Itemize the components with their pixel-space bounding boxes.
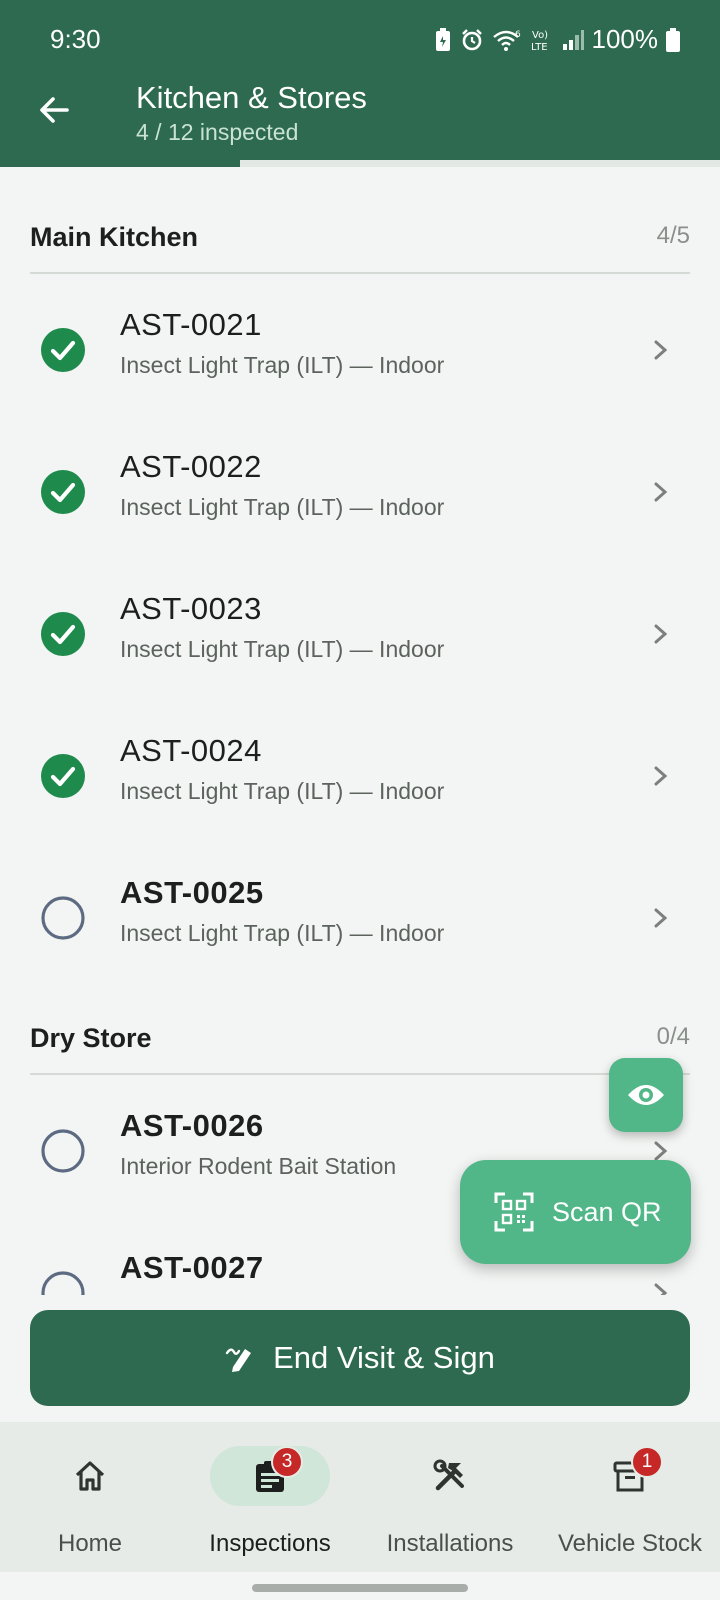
check-circle-icon bbox=[40, 753, 86, 799]
asset-type: Insect Light Trap (ILT) — Indoor bbox=[120, 352, 445, 378]
vehicle-stock-badge: 1 bbox=[631, 1446, 663, 1478]
asset-row[interactable]: AST-0022 Insect Light Trap (ILT) — Indoo… bbox=[0, 442, 720, 582]
volte-icon: Vo)LTE bbox=[531, 30, 548, 53]
section-count: 4/5 bbox=[656, 222, 690, 249]
section-header-dry-store: Dry Store 0/4 bbox=[30, 1023, 690, 1059]
view-toggle-button[interactable] bbox=[609, 1058, 683, 1132]
end-visit-sign-button[interactable]: End Visit & Sign bbox=[30, 1310, 690, 1406]
nav-label-inspections: Inspections bbox=[209, 1530, 331, 1557]
section-header-main-kitchen: Main Kitchen 4/5 bbox=[30, 222, 690, 258]
chevron-right-icon bbox=[654, 908, 668, 928]
nav-item-vehicle-stock[interactable]: 1 Vehicle Stock bbox=[540, 1422, 720, 1572]
back-button[interactable] bbox=[28, 84, 80, 136]
asset-code: AST-0023 bbox=[120, 591, 262, 626]
check-circle-icon bbox=[40, 469, 86, 515]
qr-scan-icon bbox=[494, 1192, 534, 1232]
svg-text:LTE: LTE bbox=[531, 42, 548, 53]
section-divider bbox=[30, 272, 690, 274]
nav-item-inspections[interactable]: 3 Inspections bbox=[180, 1422, 360, 1572]
chevron-right-icon bbox=[654, 1283, 668, 1295]
section-divider bbox=[30, 1073, 690, 1075]
chevron-right-icon bbox=[654, 766, 668, 786]
app-header: 9:30 6 Vo) LTE 100% Kitchen & Stores 4 / … bbox=[0, 0, 720, 164]
asset-row[interactable]: AST-0024 Insect Light Trap (ILT) — Indoo… bbox=[0, 726, 720, 866]
chevron-right-icon bbox=[654, 482, 668, 502]
asset-code: AST-0021 bbox=[120, 307, 262, 342]
bottom-navigation: Home 3 Inspections Installations 1 Vehic… bbox=[0, 1422, 720, 1572]
alarm-icon bbox=[461, 28, 482, 50]
end-visit-label: End Visit & Sign bbox=[273, 1340, 495, 1375]
wifi-icon: 6 bbox=[492, 30, 521, 51]
empty-circle-icon bbox=[40, 1270, 86, 1295]
signal-icon bbox=[562, 29, 584, 50]
status-icons: 6 Vo) LTE 100% bbox=[434, 24, 680, 55]
nav-item-home[interactable]: Home bbox=[0, 1422, 180, 1572]
home-indicator[interactable] bbox=[252, 1584, 468, 1592]
empty-circle-icon bbox=[40, 895, 86, 941]
asset-code: AST-0024 bbox=[120, 733, 262, 768]
asset-type: Insect Light Trap (ILT) — Indoor bbox=[120, 778, 445, 804]
nav-label-vehicle-stock: Vehicle Stock bbox=[557, 1530, 703, 1557]
inspection-progress-bar bbox=[0, 160, 720, 167]
asset-row[interactable]: AST-0021 Insect Light Trap (ILT) — Indoo… bbox=[0, 300, 720, 440]
section-title: Main Kitchen bbox=[30, 222, 199, 252]
nav-label-installations: Installations bbox=[386, 1530, 514, 1557]
check-circle-icon bbox=[40, 327, 86, 373]
asset-type: Insect Light Trap (ILT) — Indoor bbox=[120, 636, 445, 662]
page-title: Kitchen & Stores bbox=[136, 80, 367, 115]
asset-code: AST-0026 bbox=[120, 1108, 264, 1143]
asset-row[interactable]: AST-0025 Insect Light Trap (ILT) — Indoo… bbox=[0, 868, 720, 1008]
section-title: Dry Store bbox=[30, 1023, 152, 1053]
progress-fill bbox=[0, 160, 240, 167]
asset-type: Insect Light Trap (ILT) — Indoor bbox=[120, 494, 445, 520]
chevron-right-icon bbox=[654, 340, 668, 360]
status-bar: 9:30 6 Vo) LTE 100% bbox=[0, 0, 720, 80]
arrow-back-icon bbox=[40, 97, 69, 123]
asset-code: AST-0025 bbox=[120, 875, 264, 910]
scan-qr-label: Scan QR bbox=[552, 1196, 662, 1227]
svg-text:6: 6 bbox=[515, 30, 521, 40]
battery-icon bbox=[666, 27, 680, 52]
inspections-badge: 3 bbox=[271, 1446, 303, 1478]
asset-code: AST-0022 bbox=[120, 449, 262, 484]
section-count: 0/4 bbox=[656, 1023, 690, 1050]
battery-percent: 100% bbox=[591, 24, 659, 54]
asset-type: Insect Light Trap (ILT) — Indoor bbox=[120, 920, 445, 946]
battery-saver-icon bbox=[435, 27, 450, 51]
scan-qr-button[interactable]: Scan QR bbox=[460, 1160, 691, 1264]
inspection-progress-text: 4 / 12 inspected bbox=[136, 119, 299, 145]
svg-text:Vo): Vo) bbox=[532, 30, 548, 41]
asset-row[interactable]: AST-0023 Insect Light Trap (ILT) — Indoo… bbox=[0, 584, 720, 724]
home-icon bbox=[75, 1461, 105, 1491]
asset-code: AST-0027 bbox=[120, 1250, 264, 1285]
check-circle-icon bbox=[40, 611, 86, 657]
asset-type: Interior Rodent Bait Station bbox=[120, 1153, 397, 1179]
nav-item-installations[interactable]: Installations bbox=[360, 1422, 540, 1572]
chevron-right-icon bbox=[654, 624, 668, 644]
empty-circle-icon bbox=[40, 1128, 86, 1174]
tools-icon bbox=[433, 1459, 464, 1491]
status-time: 9:30 bbox=[50, 24, 101, 54]
eye-icon bbox=[628, 1085, 664, 1105]
nav-label-home: Home bbox=[57, 1530, 123, 1557]
sign-pen-icon bbox=[225, 1348, 252, 1372]
